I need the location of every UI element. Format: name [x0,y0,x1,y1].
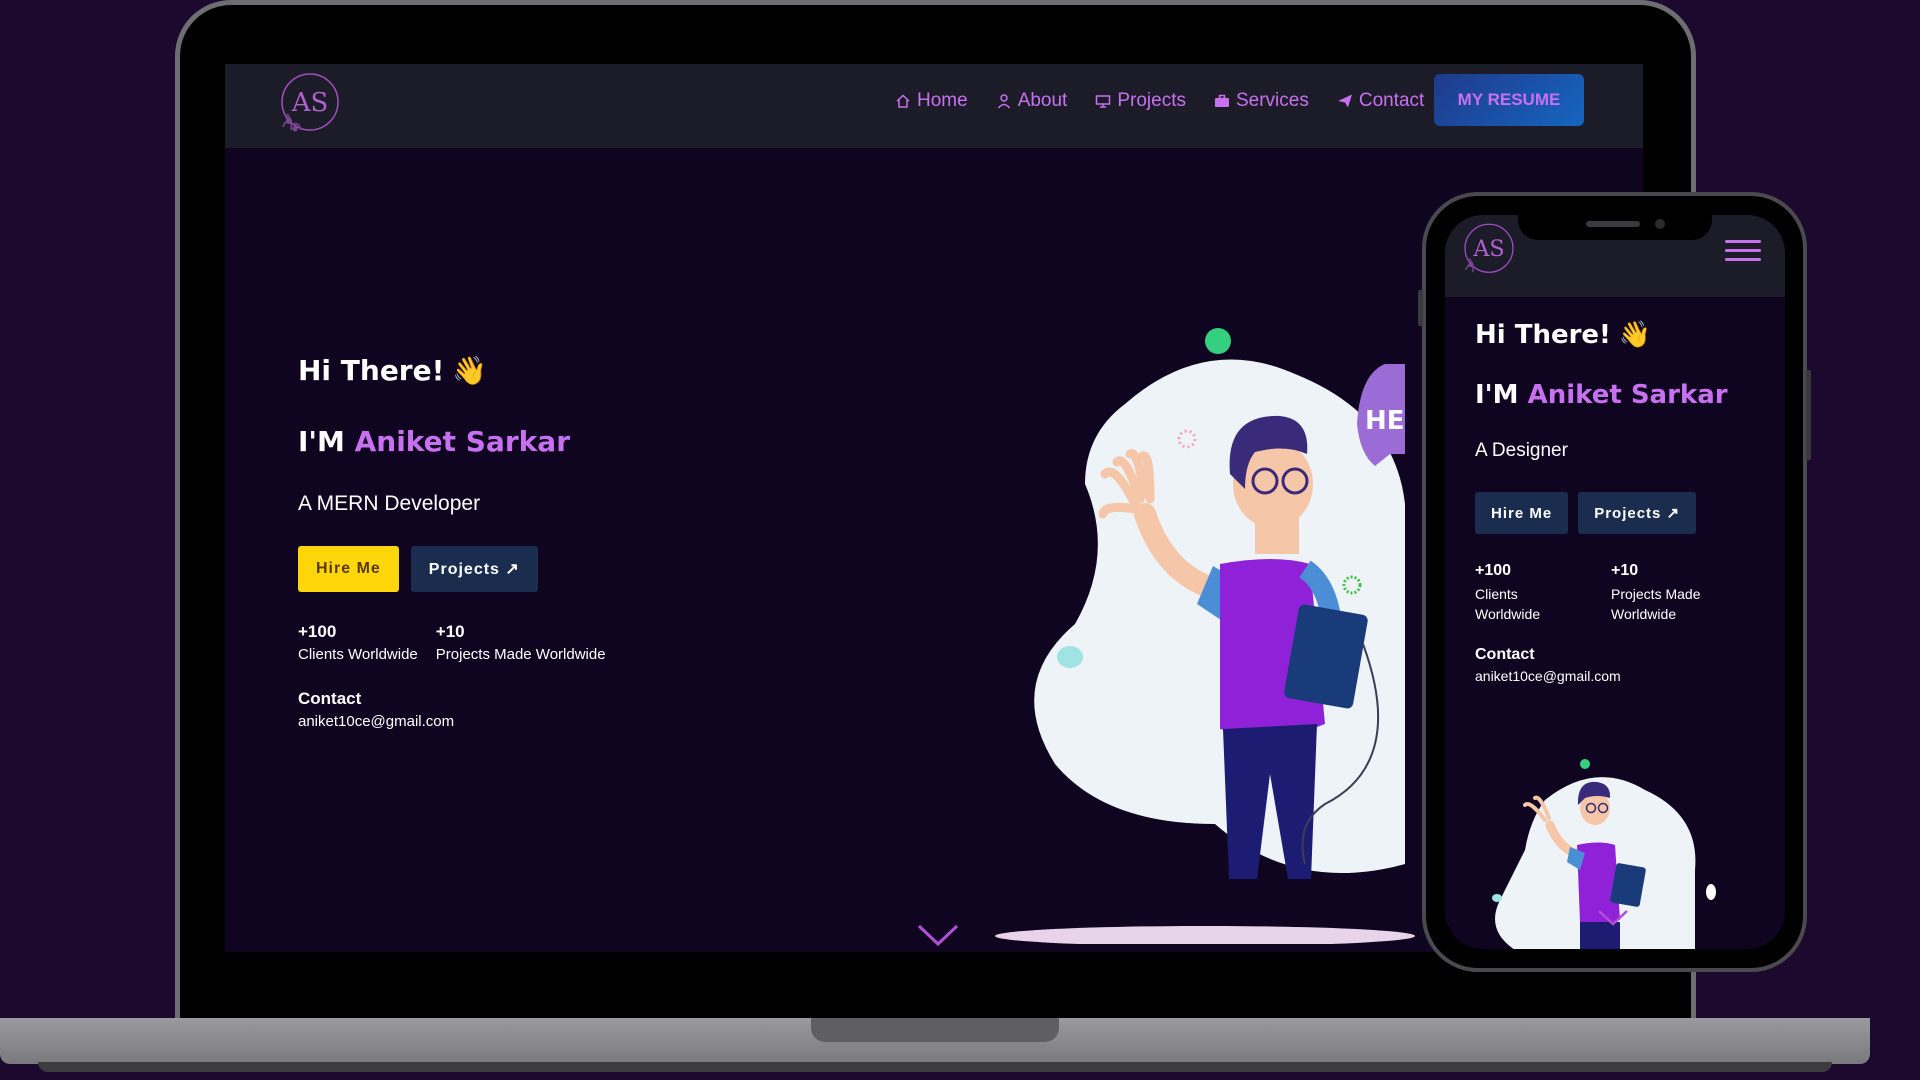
laptop-base-edge [38,1062,1832,1072]
stat-projects: +10 Projects Made Worldwide [436,622,606,663]
mobile-viewport: AS Hi There! 👋 I'M Aniket Sarkar A Desig… [1445,215,1785,949]
nav-item-label: Contact [1358,90,1425,111]
stats: +100 Clients Worldwide +10 Projects Made… [298,622,606,663]
name-text: Aniket Sarkar [1527,380,1728,410]
greeting-text: Hi There! [298,354,445,387]
stat-clients: +100 Clients Worldwide [1475,562,1575,624]
phone-camera [1655,219,1665,229]
wave-emoji: 👋 [452,354,488,387]
navbar: AS Home About Projects Services Contact … [225,64,1643,148]
stat-number: +100 [1475,562,1512,579]
contact-label: Contact [1475,646,1535,663]
stats: +100 Clients Worldwide +10 Projects Made… [1475,562,1728,624]
name-text: Aniket Sarkar [354,425,570,458]
nav-item-contact[interactable]: Contact [1337,90,1424,112]
stat-number: +100 [298,622,337,641]
home-icon [896,94,910,108]
contact-email[interactable]: aniket10ce@gmail.com [298,713,606,730]
svg-text:AS: AS [291,88,329,118]
hamburger-menu-icon[interactable] [1725,240,1761,266]
cta-buttons: Hire Me Projects ↗ [1475,492,1728,534]
projects-button[interactable]: Projects ↗ [1578,492,1697,534]
nav-item-label: Home [917,90,968,111]
role-text: A MERN Developer [298,492,481,515]
contact-block: Contact aniket10ce@gmail.com [1475,646,1728,684]
user-icon [997,94,1010,109]
hire-me-button[interactable]: Hire Me [1475,492,1569,534]
send-icon [1337,94,1352,108]
stat-label: Clients Worldwide [298,646,418,663]
phone-speaker [1586,221,1640,227]
greeting: Hi There! 👋 [1475,320,1728,350]
contact-block: Contact aniket10ce@gmail.com [298,689,606,730]
stat-label: Projects Made Worldwide [435,646,606,663]
svg-text:AS: AS [1472,236,1504,262]
stat-label: Clients Worldwide [1475,586,1541,622]
mobile-logo[interactable]: AS [1459,220,1519,280]
contact-email[interactable]: aniket10ce@gmail.com [1475,668,1728,684]
stat-number: +10 [1611,562,1639,579]
nav-item-home[interactable]: Home [895,90,968,112]
logo[interactable]: AS [275,69,345,139]
stat-number: +10 [435,622,465,641]
phone-side-button [1418,290,1423,326]
nav-item-label: Projects [1117,90,1186,111]
role-text: A Designer [1475,440,1568,461]
nav-item-projects[interactable]: Projects [1095,90,1186,112]
name-heading: I'M Aniket Sarkar [298,425,606,458]
phone-power-button [1806,370,1811,460]
mobile-hero-section: Hi There! 👋 I'M Aniket Sarkar A Designer… [1475,320,1728,684]
im-text: I'M [298,425,345,458]
stat-projects: +10 Projects Made Worldwide [1611,562,1711,624]
im-text: I'M [1475,380,1519,410]
contact-label: Contact [298,689,362,708]
svg-text:HE: HE [1365,406,1405,436]
nav-links: Home About Projects Services Contact [895,90,1424,112]
hire-me-button[interactable]: Hire Me [298,546,399,592]
projects-button[interactable]: Projects ↗ [410,546,538,592]
projects-icon [1096,95,1111,108]
briefcase-icon [1214,94,1229,107]
stat-label: Projects Made Worldwide [1611,586,1701,622]
scroll-down-icon[interactable] [917,924,959,948]
stat-clients: +100 Clients Worldwide [298,622,418,663]
nav-item-about[interactable]: About [996,90,1068,112]
cta-buttons: Hire Me Projects ↗ [298,546,606,592]
resume-button[interactable]: MY RESUME [1434,74,1584,126]
nav-item-label: About [1017,90,1068,111]
greeting: Hi There! 👋 [298,354,606,387]
nav-item-label: Services [1235,90,1309,111]
greeting-text: Hi There! [1475,320,1611,350]
laptop-notch [811,1018,1059,1042]
hero-section: Hi There! 👋 I'M Aniket Sarkar A MERN Dev… [298,354,606,730]
name-heading: I'M Aniket Sarkar [1475,380,1728,410]
nav-item-services[interactable]: Services [1214,90,1309,112]
scroll-down-icon[interactable] [1597,909,1629,927]
wave-emoji: 👋 [1618,320,1652,350]
